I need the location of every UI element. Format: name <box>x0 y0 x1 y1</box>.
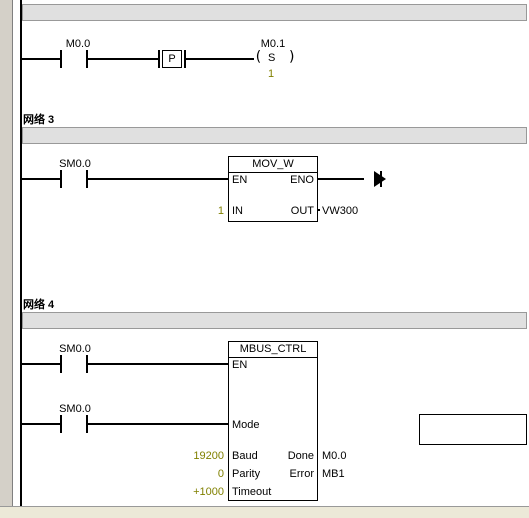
wire <box>318 178 364 180</box>
contact-label: M0.0 <box>53 38 103 50</box>
contact-no[interactable] <box>60 415 88 433</box>
contact-label: SM0.0 <box>50 158 100 170</box>
block-title: MOV_W <box>229 158 317 173</box>
network-bar <box>22 312 527 329</box>
network-bar <box>22 127 527 144</box>
empty-box <box>419 414 527 445</box>
coil-type: S <box>268 52 275 64</box>
pin-done: Done <box>288 450 314 462</box>
pulse-box: P <box>162 50 182 68</box>
wire <box>22 58 60 60</box>
network-bar <box>22 4 527 21</box>
pin-en: EN <box>232 174 247 186</box>
mbus-ctrl-block[interactable]: MBUS_CTRL EN Mode Baud Parity Timeout Do… <box>228 341 318 501</box>
contact-label: SM0.0 <box>50 403 100 415</box>
wire <box>186 58 254 60</box>
pin-error: Error <box>290 468 314 480</box>
coil-count: 1 <box>268 68 274 80</box>
mov-w-block[interactable]: MOV_W EN ENO IN OUT <box>228 156 318 222</box>
pin-parity: Parity <box>232 468 260 480</box>
wire <box>88 58 158 60</box>
tab-strip[interactable] <box>0 506 529 518</box>
contact-no[interactable] <box>60 355 88 373</box>
wire <box>88 423 228 425</box>
in-value: 1 <box>200 205 224 217</box>
contact-no[interactable] <box>60 170 88 188</box>
timeout-value: +1000 <box>180 486 224 498</box>
parity-value: 0 <box>180 468 224 480</box>
contact-no[interactable] <box>60 50 88 68</box>
network-3-title: 网络 3 <box>23 111 54 127</box>
network-4-title: 网络 4 <box>23 296 54 312</box>
pin-out: OUT <box>291 205 314 217</box>
pin-baud: Baud <box>232 450 258 462</box>
out-value: VW300 <box>322 205 358 217</box>
pin-eno: ENO <box>290 174 314 186</box>
pin-mode: Mode <box>232 419 260 431</box>
error-value: MB1 <box>322 468 345 480</box>
wire <box>88 178 228 180</box>
pin-in: IN <box>232 205 243 217</box>
wire <box>22 178 60 180</box>
power-rail <box>20 0 22 518</box>
wire <box>88 363 228 365</box>
wire <box>22 363 60 365</box>
baud-value: 19200 <box>180 450 224 462</box>
block-title: MBUS_CTRL <box>229 343 317 358</box>
wire <box>22 423 60 425</box>
pin-en: EN <box>232 359 247 371</box>
stub <box>318 209 320 211</box>
contact-label: SM0.0 <box>50 343 100 355</box>
pin-timeout: Timeout <box>232 486 271 498</box>
done-value: M0.0 <box>322 450 346 462</box>
editor-gutter <box>0 0 13 518</box>
